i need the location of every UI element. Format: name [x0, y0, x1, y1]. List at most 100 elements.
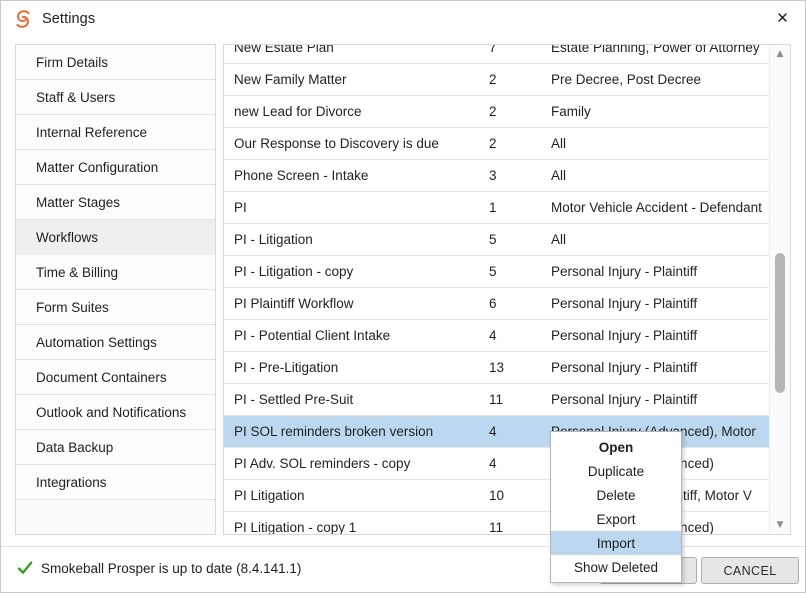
- smokeball-s-logo-icon: [12, 8, 34, 30]
- cell-workflow-name: PI - Settled Pre-Suit: [234, 392, 354, 407]
- sidebar-item-label: Integrations: [36, 474, 107, 490]
- cell-matter-type: Personal Injury - Plaintiff: [551, 360, 698, 375]
- cell-workflow-name: New Family Matter: [234, 72, 347, 87]
- cell-step-count: 1: [489, 200, 497, 215]
- table-row[interactable]: PI Plaintiff Workflow 6 Personal Injury - …: [224, 288, 770, 320]
- table-row[interactable]: Phone Screen - Intake 3 All: [224, 160, 770, 192]
- cell-step-count: 4: [489, 456, 497, 471]
- cell-matter-type: Personal Injury - Plaintiff: [551, 296, 698, 311]
- sidebar-item-label: Data Backup: [36, 439, 114, 455]
- cell-matter-type: Pre Decree, Post Decree: [551, 72, 702, 87]
- workflow-list-panel: New Estate Plan 7 Estate Planning, Power o…: [223, 44, 791, 535]
- sidebar-item-firm-details[interactable]: Firm Details: [16, 45, 215, 80]
- cell-step-count: 7: [489, 45, 497, 55]
- cell-step-count: 2: [489, 104, 497, 119]
- menu-item-duplicate[interactable]: Duplicate: [551, 459, 681, 483]
- sidebar-item-label: Time & Billing: [36, 264, 119, 280]
- menu-item-export[interactable]: Export: [551, 507, 681, 531]
- sidebar-item-label: Workflows: [36, 230, 99, 245]
- sidebar-item-internal-reference[interactable]: Internal Reference: [16, 115, 215, 150]
- table-row[interactable]: New Family Matter 2 Pre Decree, Post Decre…: [224, 64, 770, 96]
- table-row[interactable]: New Estate Plan 7 Estate Planning, Power o…: [224, 45, 770, 64]
- cell-step-count: 10: [489, 488, 505, 503]
- cell-step-count: 11: [489, 392, 504, 407]
- cell-workflow-name: PI Adv. SOL reminders - copy: [234, 456, 411, 471]
- sidebar-item-label: Outlook and Notifications: [36, 404, 187, 420]
- scroll-down-arrow-icon[interactable]: ▼: [770, 516, 790, 534]
- table-row[interactable]: Our Response to Discovery is due 2 All: [224, 128, 770, 160]
- cell-matter-type: Estate Planning, Power of Attorney: [551, 45, 760, 55]
- cell-workflow-name: PI Plaintiff Workflow: [234, 296, 354, 311]
- sidebar-item-integrations[interactable]: Integrations: [16, 465, 215, 500]
- menu-item-label: Open: [598, 439, 634, 455]
- cell-workflow-name: PI Litigation - copy 1: [234, 520, 357, 534]
- title-bar: Settings ✕: [1, 1, 805, 37]
- footer-bar: Smokeball Prosper is up to date (8.4.141…: [1, 546, 805, 592]
- sidebar-item-label: Firm Details: [36, 54, 109, 70]
- table-row[interactable]: PI 1 Motor Vehicle Accident - Defendant: [224, 192, 770, 224]
- menu-item-import[interactable]: Import: [551, 531, 681, 555]
- cell-step-count: 6: [489, 296, 497, 311]
- table-row[interactable]: PI - Pre-Litigation 13 Personal Injury - P…: [224, 352, 770, 384]
- sidebar-item-document-containers[interactable]: Document Containers: [16, 360, 215, 395]
- cell-workflow-name: New Estate Plan: [234, 45, 334, 55]
- table-row[interactable]: PI Litigation - copy 111Personal Injury …: [224, 512, 770, 534]
- sidebar-item-label: Staff & Users: [36, 89, 116, 105]
- check-mark-icon: [17, 560, 33, 576]
- cell-matter-type: Motor Vehicle Accident - Defendant: [551, 200, 762, 215]
- workflow-context-menu: Open Duplicate Delete Export Import Show Dele…: [550, 431, 682, 583]
- cell-matter-type: Personal Injury - Plaintiff: [551, 264, 698, 279]
- close-button[interactable]: ✕: [760, 1, 805, 35]
- sidebar-item-outlook-and-notifications[interactable]: Outlook and Notifications: [16, 395, 215, 430]
- sidebar-item-label: Automation Settings: [36, 334, 157, 350]
- menu-item-label: Duplicate: [587, 463, 645, 479]
- sidebar-item-staff-and-users[interactable]: Staff & Users: [16, 80, 215, 115]
- scrollbar-thumb[interactable]: [775, 253, 785, 393]
- status-message: Smokeball Prosper is up to date (8.4.141…: [17, 560, 301, 576]
- table-row[interactable]: PI - Litigation - copy 5 Personal Injury -…: [224, 256, 770, 288]
- table-row[interactable]: PI Adv. SOL reminders - copy4Personal In…: [224, 448, 770, 480]
- sidebar-item-time-and-billing[interactable]: Time & Billing: [16, 255, 215, 290]
- table-row[interactable]: new Lead for Divorce 2 Family: [224, 96, 770, 128]
- cell-step-count: 3: [489, 168, 497, 183]
- sidebar-item-label: Document Containers: [36, 369, 167, 385]
- menu-item-delete[interactable]: Delete: [551, 483, 681, 507]
- sidebar-item-matter-configuration[interactable]: Matter Configuration: [16, 150, 215, 185]
- menu-item-label: Delete: [596, 487, 636, 503]
- table-row[interactable]: PI - Settled Pre-Suit 11 Personal Injury -…: [224, 384, 770, 416]
- menu-item-show-deleted[interactable]: Show Deleted: [551, 555, 681, 579]
- cell-matter-type: All: [551, 232, 567, 247]
- cell-step-count: 5: [489, 264, 497, 279]
- table-row[interactable]: PI - Litigation 5 All: [224, 224, 770, 256]
- sidebar-item-data-backup[interactable]: Data Backup: [16, 430, 215, 465]
- cell-step-count: 13: [489, 360, 505, 375]
- sidebar-item-matter-stages[interactable]: Matter Stages: [16, 185, 215, 220]
- cell-step-count: 5: [489, 232, 497, 247]
- window-title: Settings: [42, 11, 96, 27]
- cell-workflow-name: PI: [234, 200, 247, 215]
- cell-matter-type: Family: [551, 104, 591, 119]
- table-row[interactable]: PI SOL reminders broken version4Personal…: [224, 416, 770, 448]
- scroll-up-arrow-icon[interactable]: ▲: [770, 45, 790, 63]
- menu-item-open[interactable]: Open: [551, 435, 681, 459]
- close-icon: ✕: [776, 8, 789, 27]
- sidebar-item-label: Form Suites: [36, 299, 109, 315]
- cell-workflow-name: PI - Pre-Litigation: [234, 360, 339, 375]
- workflow-list-rows: New Estate Plan 7 Estate Planning, Power o…: [224, 45, 770, 534]
- sidebar-item-automation-settings[interactable]: Automation Settings: [16, 325, 215, 360]
- cancel-button[interactable]: CANCEL: [701, 557, 799, 584]
- sidebar-item-label: Matter Stages: [36, 194, 121, 210]
- workflow-list-scrollbar[interactable]: ▲ ▼: [769, 45, 790, 534]
- table-row[interactable]: PI Litigation10Personal Injury - Plainti…: [224, 480, 770, 512]
- sidebar-item-form-suites[interactable]: Form Suites: [16, 290, 215, 325]
- cell-step-count: 4: [489, 328, 497, 343]
- cell-workflow-name: PI - Potential Client Intake: [234, 328, 391, 343]
- cell-matter-type: Personal Injury - Plaintiff: [551, 392, 698, 407]
- cell-workflow-name: PI - Litigation - copy: [234, 264, 354, 279]
- table-row[interactable]: PI - Potential Client Intake 4 Personal In…: [224, 320, 770, 352]
- cell-matter-type: Personal Injury - Plaintiff: [551, 328, 698, 343]
- sidebar-item-workflows[interactable]: Workflows: [16, 220, 215, 255]
- menu-item-label: Show Deleted: [573, 559, 659, 575]
- cell-step-count: 2: [489, 72, 497, 87]
- cell-matter-type: All: [551, 168, 567, 183]
